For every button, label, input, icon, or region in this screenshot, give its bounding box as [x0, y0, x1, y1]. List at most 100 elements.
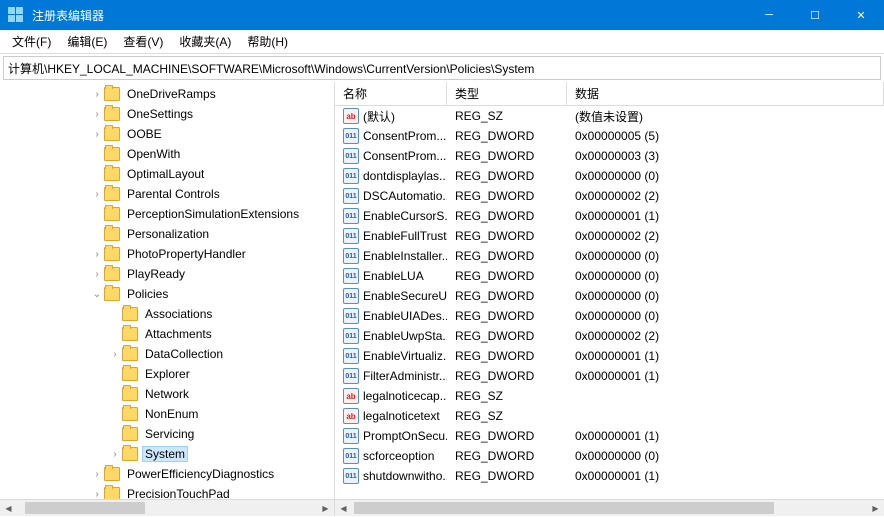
tree-item[interactable]: NonEnum: [0, 404, 334, 424]
list-row[interactable]: 011scforceoptionREG_DWORD0x00000000 (0): [335, 446, 884, 466]
list-row[interactable]: ablegalnoticetextREG_SZ: [335, 406, 884, 426]
menu-edit[interactable]: 编辑(E): [59, 31, 115, 52]
tree-item[interactable]: PerceptionSimulationExtensions: [0, 204, 334, 224]
menu-file[interactable]: 文件(F): [4, 31, 59, 52]
tree-item-label: OptimalLayout: [124, 166, 207, 182]
chevron-right-icon[interactable]: ›: [108, 449, 122, 460]
value-data: 0x00000001 (1): [567, 469, 884, 483]
menu-view[interactable]: 查看(V): [115, 31, 171, 52]
tree-hscroll[interactable]: ◀ ▶: [0, 499, 334, 516]
tree-item[interactable]: › OneDriveRamps: [0, 84, 334, 104]
list-row[interactable]: 011ConsentProm...REG_DWORD0x00000003 (3): [335, 146, 884, 166]
folder-icon: [104, 187, 120, 201]
tree-item[interactable]: › Parental Controls: [0, 184, 334, 204]
minimize-button[interactable]: ─: [746, 0, 792, 30]
chevron-right-icon[interactable]: ›: [90, 109, 104, 120]
folder-icon: [104, 127, 120, 141]
value-type: REG_DWORD: [447, 129, 567, 143]
value-type: REG_DWORD: [447, 309, 567, 323]
scroll-left-icon[interactable]: ◀: [335, 500, 352, 517]
tree-item-label: Associations: [142, 306, 215, 322]
folder-icon: [104, 267, 120, 281]
tree-item[interactable]: OpenWith: [0, 144, 334, 164]
chevron-right-icon[interactable]: ›: [90, 249, 104, 260]
titlebar[interactable]: 注册表编辑器 ─ ☐ ✕: [0, 0, 884, 30]
value-data: 0x00000000 (0): [567, 289, 884, 303]
tree-item[interactable]: ›PowerEfficiencyDiagnostics: [0, 464, 334, 484]
list-hscroll[interactable]: ◀ ▶: [335, 499, 884, 516]
tree-item[interactable]: Personalization: [0, 224, 334, 244]
tree-item-label: OneDriveRamps: [124, 86, 219, 102]
tree-item[interactable]: ›PhotoPropertyHandler: [0, 244, 334, 264]
tree-item[interactable]: ›OOBE: [0, 124, 334, 144]
col-header-data[interactable]: 数据: [567, 82, 884, 105]
chevron-right-icon[interactable]: ›: [90, 89, 104, 100]
value-data: 0x00000003 (3): [567, 149, 884, 163]
folder-icon: [122, 347, 138, 361]
col-header-type[interactable]: 类型: [447, 82, 567, 105]
tree-pane: › OneDriveRamps ›OneSettings›OOBEOpenWith O…: [0, 82, 335, 516]
value-name: PromptOnSecu...: [363, 429, 447, 443]
list-row[interactable]: 011EnableCursorS...REG_DWORD0x00000001 (…: [335, 206, 884, 226]
list-row[interactable]: 011EnableUwpSta...REG_DWORD0x00000002 (2…: [335, 326, 884, 346]
chevron-right-icon[interactable]: ›: [108, 349, 122, 360]
value-data: 0x00000002 (2): [567, 329, 884, 343]
tree-item[interactable]: ›System: [0, 444, 334, 464]
close-button[interactable]: ✕: [838, 0, 884, 30]
list-row[interactable]: 011PromptOnSecu...REG_DWORD0x00000001 (1…: [335, 426, 884, 446]
list-row[interactable]: ab(默认)REG_SZ(数值未设置): [335, 106, 884, 126]
dword-value-icon: 011: [343, 308, 359, 324]
folder-icon: [104, 207, 120, 221]
tree-item-label: Parental Controls: [124, 186, 223, 202]
value-name: EnableUwpSta...: [363, 329, 447, 343]
chevron-right-icon[interactable]: ›: [90, 469, 104, 480]
scroll-left-icon[interactable]: ◀: [0, 500, 17, 517]
scroll-right-icon[interactable]: ▶: [867, 500, 884, 517]
value-type: REG_SZ: [447, 409, 567, 423]
tree-item[interactable]: ›OneSettings: [0, 104, 334, 124]
value-name: EnableSecureU...: [363, 289, 447, 303]
tree-item[interactable]: Attachments: [0, 324, 334, 344]
tree-item[interactable]: Servicing: [0, 424, 334, 444]
col-header-name[interactable]: 名称: [335, 82, 447, 105]
list-row[interactable]: 011EnableFullTrust...REG_DWORD0x00000002…: [335, 226, 884, 246]
tree-item[interactable]: ›PrecisionTouchPad: [0, 484, 334, 499]
tree-item[interactable]: OptimalLayout: [0, 164, 334, 184]
list-row[interactable]: ablegalnoticecap...REG_SZ: [335, 386, 884, 406]
chevron-right-icon[interactable]: ›: [90, 189, 104, 200]
chevron-right-icon[interactable]: ›: [90, 489, 104, 500]
dword-value-icon: 011: [343, 468, 359, 484]
chevron-right-icon[interactable]: ›: [90, 269, 104, 280]
tree-item[interactable]: ›DataCollection: [0, 344, 334, 364]
tree-item[interactable]: ⌄Policies: [0, 284, 334, 304]
tree-item[interactable]: Network: [0, 384, 334, 404]
dword-value-icon: 011: [343, 288, 359, 304]
list-row[interactable]: 011ConsentProm...REG_DWORD0x00000005 (5): [335, 126, 884, 146]
tree-item[interactable]: Associations: [0, 304, 334, 324]
chevron-right-icon[interactable]: ›: [90, 129, 104, 140]
list-row[interactable]: 011EnableUIADes...REG_DWORD0x00000000 (0…: [335, 306, 884, 326]
address-bar[interactable]: 计算机\HKEY_LOCAL_MACHINE\SOFTWARE\Microsof…: [3, 56, 881, 80]
value-data: 0x00000001 (1): [567, 429, 884, 443]
list-row[interactable]: 011shutdownwitho...REG_DWORD0x00000001 (…: [335, 466, 884, 486]
maximize-button[interactable]: ☐: [792, 0, 838, 30]
scroll-right-icon[interactable]: ▶: [317, 500, 334, 517]
list-row[interactable]: 011FilterAdministr...REG_DWORD0x00000001…: [335, 366, 884, 386]
value-data: 0x00000000 (0): [567, 249, 884, 263]
menu-help[interactable]: 帮助(H): [239, 31, 296, 52]
value-type: REG_DWORD: [447, 169, 567, 183]
menu-favorites[interactable]: 收藏夹(A): [171, 31, 239, 52]
list-row[interactable]: 011EnableLUAREG_DWORD0x00000000 (0): [335, 266, 884, 286]
app-icon: [8, 7, 24, 23]
tree-item[interactable]: Explorer: [0, 364, 334, 384]
tree-item[interactable]: ›PlayReady: [0, 264, 334, 284]
list-row[interactable]: 011EnableVirtualiz...REG_DWORD0x00000001…: [335, 346, 884, 366]
list-row[interactable]: 011EnableSecureU...REG_DWORD0x00000000 (…: [335, 286, 884, 306]
list-row[interactable]: 011dontdisplaylas...REG_DWORD0x00000000 …: [335, 166, 884, 186]
chevron-down-icon[interactable]: ⌄: [90, 289, 104, 300]
folder-icon: [122, 367, 138, 381]
folder-icon: [122, 447, 138, 461]
list-row[interactable]: 011EnableInstaller...REG_DWORD0x00000000…: [335, 246, 884, 266]
list-row[interactable]: 011DSCAutomatio...REG_DWORD0x00000002 (2…: [335, 186, 884, 206]
string-value-icon: ab: [343, 388, 359, 404]
